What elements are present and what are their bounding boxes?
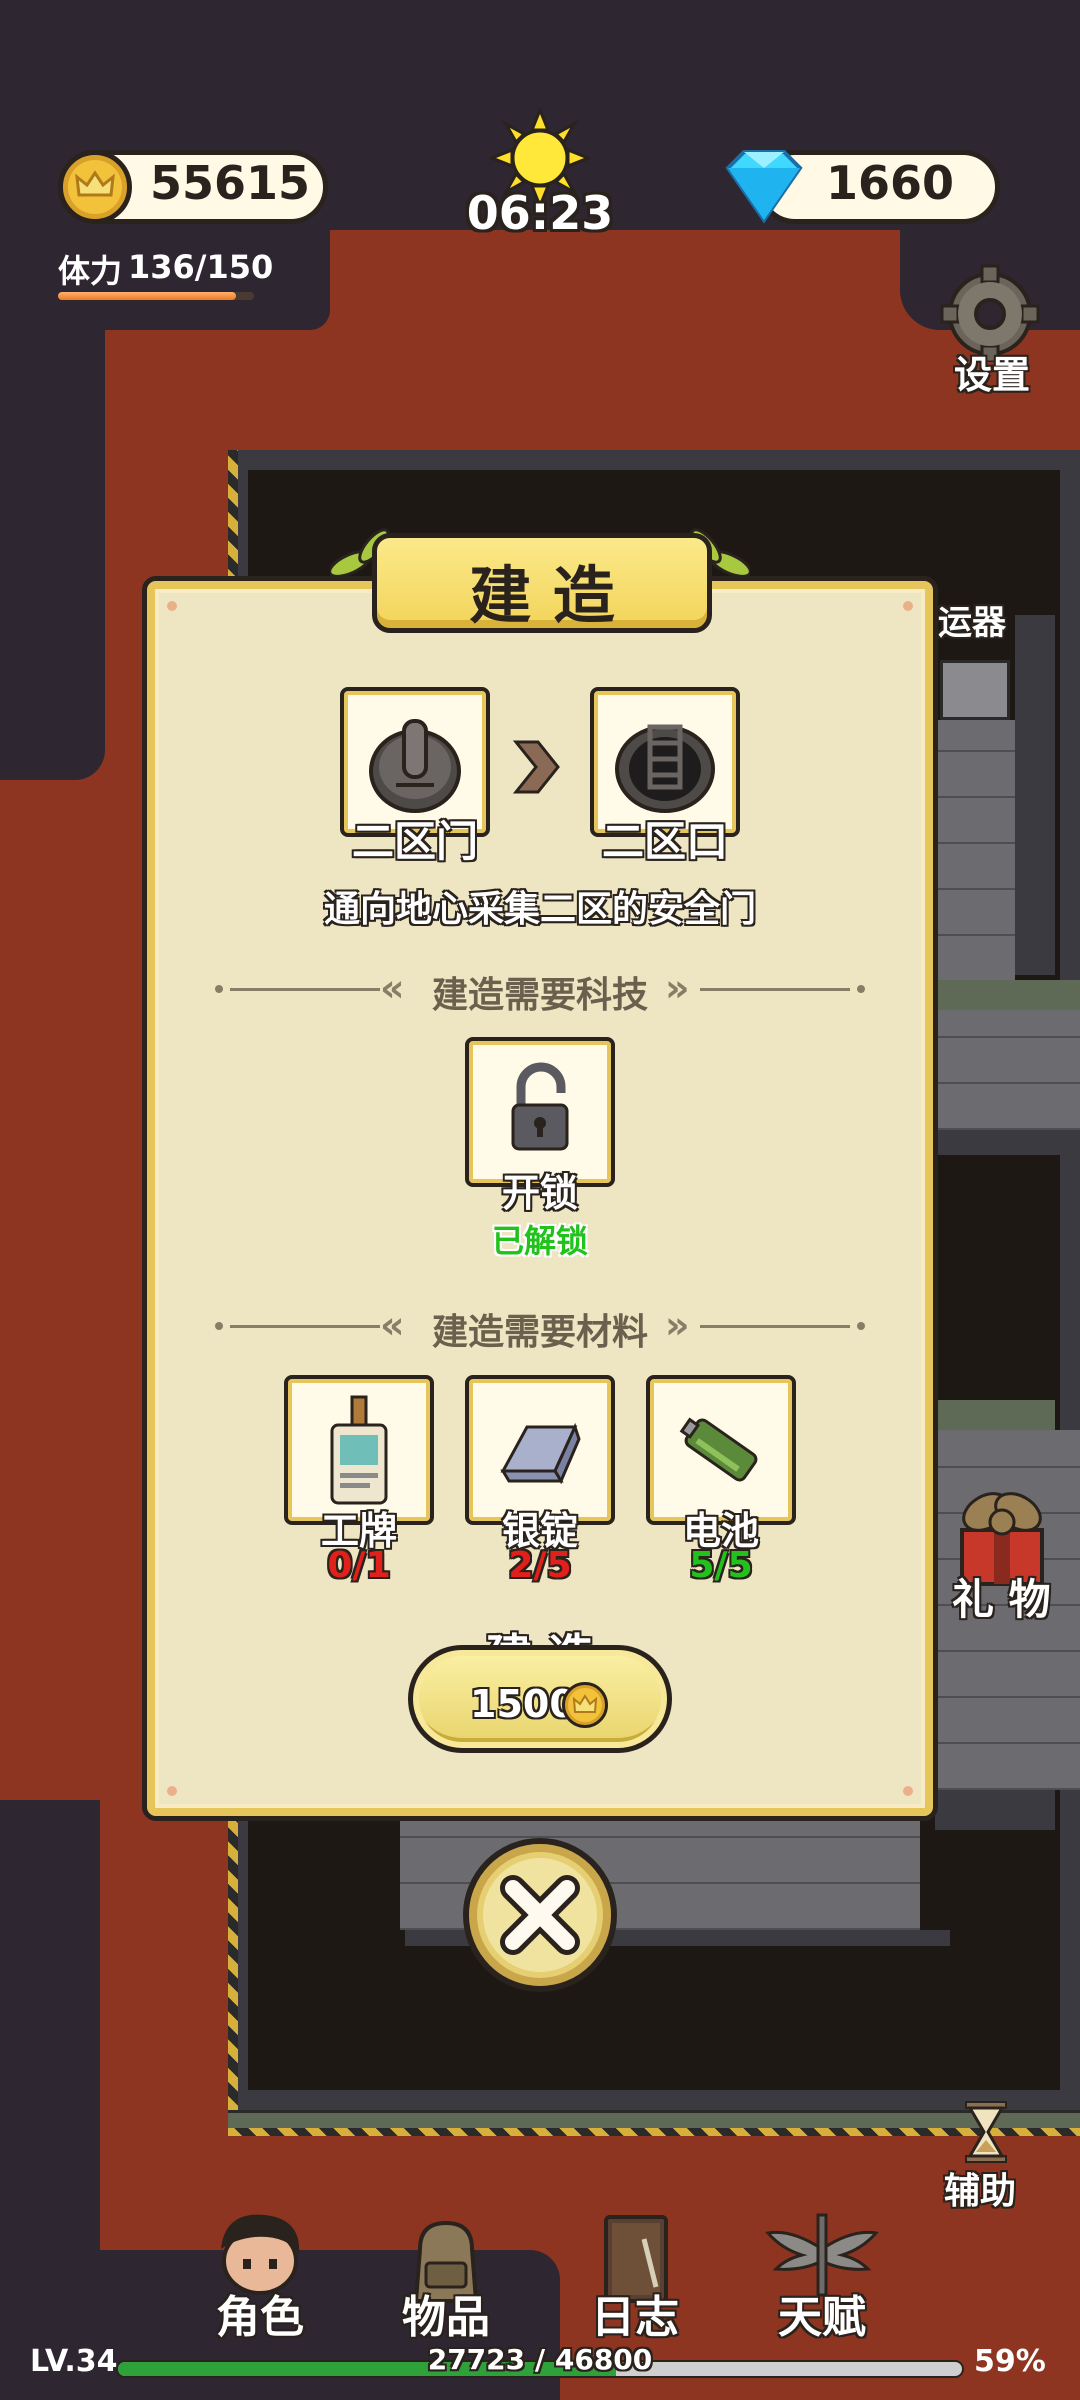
- material-count: 5/5: [689, 1545, 753, 1586]
- assist-button[interactable]: 辅助: [930, 2100, 1040, 2212]
- gold-amount: 55615: [149, 156, 311, 210]
- nav-label: 天赋: [778, 2292, 866, 2343]
- settings-button[interactable]: 设置: [930, 262, 1050, 402]
- stamina-value: 136/150: [128, 248, 274, 286]
- room-label: 运器: [938, 603, 1006, 643]
- nav-item-talent[interactable]: 天赋: [752, 2205, 892, 2345]
- material-count: 0/1: [327, 1545, 391, 1586]
- tech-status: 已解锁: [491, 1222, 588, 1260]
- tech-name: 开锁: [501, 1171, 578, 1215]
- nav-item-character[interactable]: 角色: [190, 2205, 330, 2345]
- diamond-icon: [718, 146, 810, 226]
- nav-label: 角色: [216, 2292, 304, 2343]
- xp-percent: 59%: [974, 2344, 1046, 2379]
- chevron-right-icon: »: [665, 1303, 690, 1347]
- hourglass-icon: [965, 2101, 1007, 2163]
- chevron-left-icon: «: [380, 1303, 405, 1347]
- chevron-left-icon: «: [380, 966, 405, 1010]
- dialog-title: 建 造: [469, 559, 615, 632]
- gift-button[interactable]: 礼 物: [938, 1480, 1068, 1630]
- close-icon: [500, 1875, 580, 1955]
- nav-item-items[interactable]: 物品: [376, 2205, 516, 2345]
- xp-value: 27723 / 46800: [427, 2343, 653, 2376]
- nav-label: 物品: [402, 2292, 490, 2343]
- diamond-amount: 1660: [825, 156, 955, 210]
- materials-section-header: 建造需要材料: [431, 1312, 648, 1353]
- stamina-bar-fill: [58, 292, 236, 300]
- player-level: LV.34: [30, 2344, 118, 2379]
- arrow-right-icon: [512, 738, 562, 796]
- building-description: 通向地心采集二区的安全门: [323, 889, 756, 930]
- material-count: 2/5: [508, 1545, 572, 1586]
- crown-coin-icon: [58, 150, 132, 224]
- tech-section-header: 建造需要科技: [431, 975, 648, 1016]
- assist-label: 辅助: [944, 2171, 1017, 2212]
- nav-item-journal[interactable]: 日志: [565, 2205, 705, 2345]
- gift-label: 礼 物: [952, 1575, 1051, 1624]
- chevron-right-icon: »: [665, 966, 690, 1010]
- game-clock: 06:23: [466, 186, 614, 240]
- settings-label: 设置: [954, 353, 1031, 397]
- stamina-label: 体力: [58, 252, 123, 290]
- nav-label: 日志: [591, 2292, 679, 2343]
- crown-coin-icon: [562, 1682, 608, 1728]
- to-building-name: 二区口: [601, 817, 728, 866]
- build-cost: 1500: [470, 1682, 576, 1726]
- stamina-bar: [58, 292, 254, 300]
- close-button[interactable]: [463, 1838, 617, 1992]
- from-building-name: 二区门: [351, 817, 478, 866]
